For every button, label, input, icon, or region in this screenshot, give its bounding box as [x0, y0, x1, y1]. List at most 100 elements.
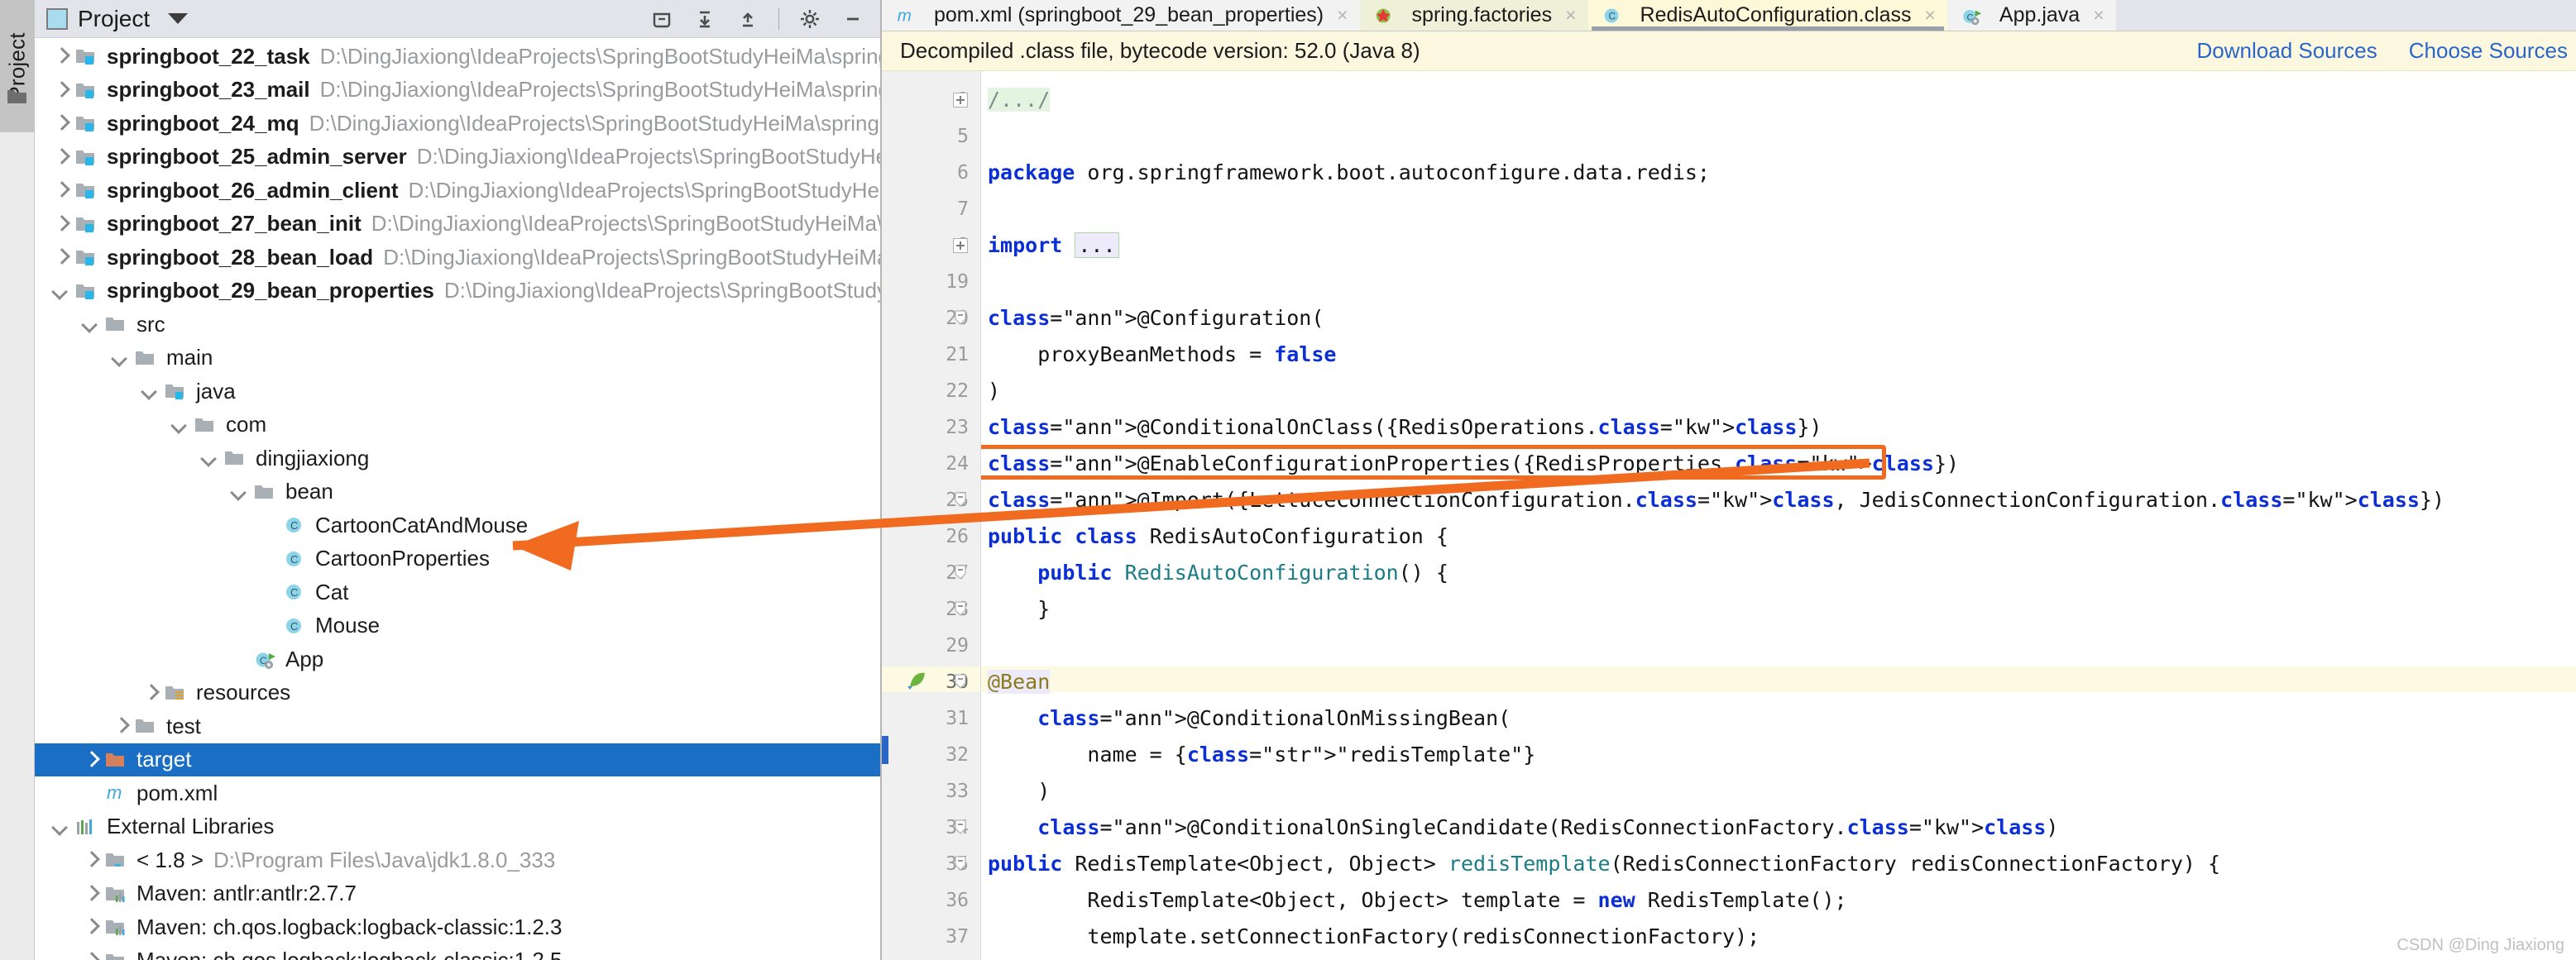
fold-expand-icon[interactable] [953, 93, 968, 107]
close-icon[interactable]: × [1565, 4, 1576, 26]
editor-tab[interactable]: C App.java × [1946, 0, 2116, 31]
tree-row[interactable]: C Cat [35, 576, 880, 609]
code-line: } [988, 597, 1051, 621]
scroll-from-source-icon[interactable] [735, 7, 760, 31]
tree-row[interactable]: springboot_28_bean_load D:\DingJiaxiong\I… [35, 241, 880, 275]
svg-text:C: C [1608, 10, 1616, 21]
module-folder-icon [76, 251, 94, 266]
chevron-right-icon[interactable] [79, 883, 101, 905]
chevron-right-icon[interactable] [50, 213, 71, 235]
choose-sources-link[interactable]: Choose Sources [2409, 38, 2568, 64]
chevron-right-icon[interactable] [50, 79, 71, 101]
tree-row[interactable]: C CartoonCatAndMouse [35, 509, 880, 542]
tree-row[interactable]: Maven: ch.qos.logback:logback-classic:1.… [35, 910, 880, 944]
chevron-right-icon[interactable] [79, 849, 101, 871]
project-panel-title: Project [78, 5, 151, 31]
chevron-right-icon[interactable] [109, 715, 131, 737]
tree-row[interactable]: com [35, 408, 880, 442]
chevron-right-icon[interactable] [50, 146, 71, 168]
code-content[interactable]: /.../ package org.springframework.boot.au… [981, 71, 2576, 960]
editor-tab-label: spring.factories [1411, 3, 1553, 26]
module-folder-icon [76, 117, 94, 132]
fold-collapse-icon[interactable] [953, 599, 968, 620]
tree-row[interactable]: java [35, 375, 880, 408]
fold-collapse-icon[interactable] [953, 308, 968, 329]
close-icon[interactable]: × [2093, 4, 2104, 26]
editor-gutter[interactable]: 1567819202122232425262728293031323334353… [882, 71, 1019, 960]
project-tree[interactable]: springboot_22_task D:\DingJiaxiong\IdeaPr… [35, 38, 880, 960]
java-class-icon: C [286, 551, 301, 566]
code-line: import ... [988, 232, 1119, 258]
chevron-down-icon[interactable] [228, 481, 250, 503]
chevron-right-icon[interactable] [139, 682, 160, 704]
fold-collapse-icon[interactable] [953, 817, 968, 838]
code-line: package org.springframework.boot.autocon… [988, 160, 1710, 184]
hide-icon[interactable] [840, 7, 865, 31]
chevron-right-icon[interactable] [50, 246, 71, 268]
chevron-right-icon[interactable] [50, 45, 71, 67]
chevron-down-icon[interactable] [169, 414, 190, 436]
chevron-right-icon[interactable] [79, 749, 101, 771]
editor-tab[interactable]: C RedisAutoConfiguration.class × [1587, 0, 1947, 31]
tree-row[interactable]: springboot_27_bean_init D:\DingJiaxiong\I… [35, 208, 880, 241]
tree-row[interactable]: springboot_25_admin_server D:\DingJiaxion… [35, 141, 880, 174]
tree-row[interactable]: Maven: antlr:antlr:2.7.7 [35, 877, 880, 911]
chevron-right-icon[interactable] [79, 950, 101, 960]
changed-lines-marker[interactable] [882, 736, 888, 764]
tree-row[interactable]: springboot_22_task D:\DingJiaxiong\IdeaPr… [35, 40, 880, 74]
tree-row[interactable]: C CartoonProperties [35, 542, 880, 576]
tree-row-label: target [136, 747, 192, 772]
chevron-down-icon[interactable] [199, 447, 220, 469]
fold-collapse-icon[interactable] [953, 562, 968, 584]
tree-row[interactable]: Maven: ch.qos.logback:logback-classic:1.… [35, 944, 880, 960]
fold-collapse-icon[interactable] [953, 490, 968, 511]
settings-gear-icon[interactable] [797, 7, 822, 31]
tree-row[interactable]: springboot_26_admin_client D:\DingJiaxion… [35, 174, 880, 208]
spring-bean-gutter-icon[interactable] [905, 670, 930, 697]
chevron-down-icon[interactable] [168, 13, 189, 24]
tree-row[interactable]: C Mouse [35, 609, 880, 643]
tree-row[interactable]: springboot_23_mail D:\DingJiaxiong\IdeaPr… [35, 74, 880, 107]
tree-row-label: External Libraries [107, 814, 275, 839]
fold-expand-icon[interactable] [953, 238, 968, 253]
chevron-right-icon[interactable] [50, 112, 71, 134]
chevron-down-icon[interactable] [50, 280, 71, 302]
tree-row-label: dingjiaxiong [256, 445, 370, 470]
editor-tab[interactable]: spring.factories × [1359, 0, 1588, 31]
tree-row-selected[interactable]: target [35, 743, 880, 776]
fold-collapse-icon[interactable] [953, 671, 968, 693]
close-icon[interactable]: × [1337, 4, 1348, 26]
chevron-right-icon[interactable] [50, 179, 71, 201]
editor-tabbar[interactable]: m pom.xml (springboot_29_bean_properties)… [882, 0, 2576, 31]
stripe-project-button[interactable]: Project [0, 0, 35, 132]
chevron-right-icon[interactable] [79, 916, 101, 938]
download-sources-link[interactable]: Download Sources [2197, 38, 2377, 64]
maven-pom-icon: m [898, 6, 912, 25]
tree-row[interactable]: < 1.8 > D:\Program Files\Java\jdk1.8.0_33… [35, 843, 880, 877]
tree-row[interactable]: springboot_24_mq D:\DingJiaxiong\IdeaProj… [35, 107, 880, 141]
editor-tab[interactable]: m pom.xml (springboot_29_bean_properties)… [882, 0, 1360, 31]
tree-row[interactable]: bean [35, 475, 880, 509]
fold-collapse-icon[interactable] [953, 853, 968, 875]
expand-all-icon[interactable] [692, 7, 717, 31]
tree-row[interactable]: C App [35, 642, 880, 676]
collapse-all-icon[interactable] [649, 7, 674, 31]
tree-row[interactable]: External Libraries [35, 810, 880, 844]
chevron-down-icon[interactable] [109, 347, 131, 369]
tree-row[interactable]: dingjiaxiong [35, 442, 880, 475]
chevron-down-icon[interactable] [139, 380, 160, 402]
chevron-down-icon[interactable] [50, 816, 71, 838]
chevron-down-icon[interactable] [79, 313, 101, 335]
tree-row[interactable]: test [35, 709, 880, 743]
tree-row[interactable]: m pom.xml [35, 776, 880, 810]
tree-row[interactable]: src [35, 308, 880, 341]
tree-row-label: Cat [315, 579, 349, 604]
tree-row[interactable]: main [35, 341, 880, 375]
code-line: class="ann">@ConditionalOnMissingBean( [1037, 706, 1511, 730]
tree-row[interactable]: springboot_29_bean_properties D:\DingJiax… [35, 275, 880, 308]
code-editor[interactable]: 1567819202122232425262728293031323334353… [882, 71, 2576, 960]
folder-icon[interactable] [7, 87, 28, 105]
close-icon[interactable]: × [1924, 4, 1935, 26]
tree-row[interactable]: resources [35, 676, 880, 710]
